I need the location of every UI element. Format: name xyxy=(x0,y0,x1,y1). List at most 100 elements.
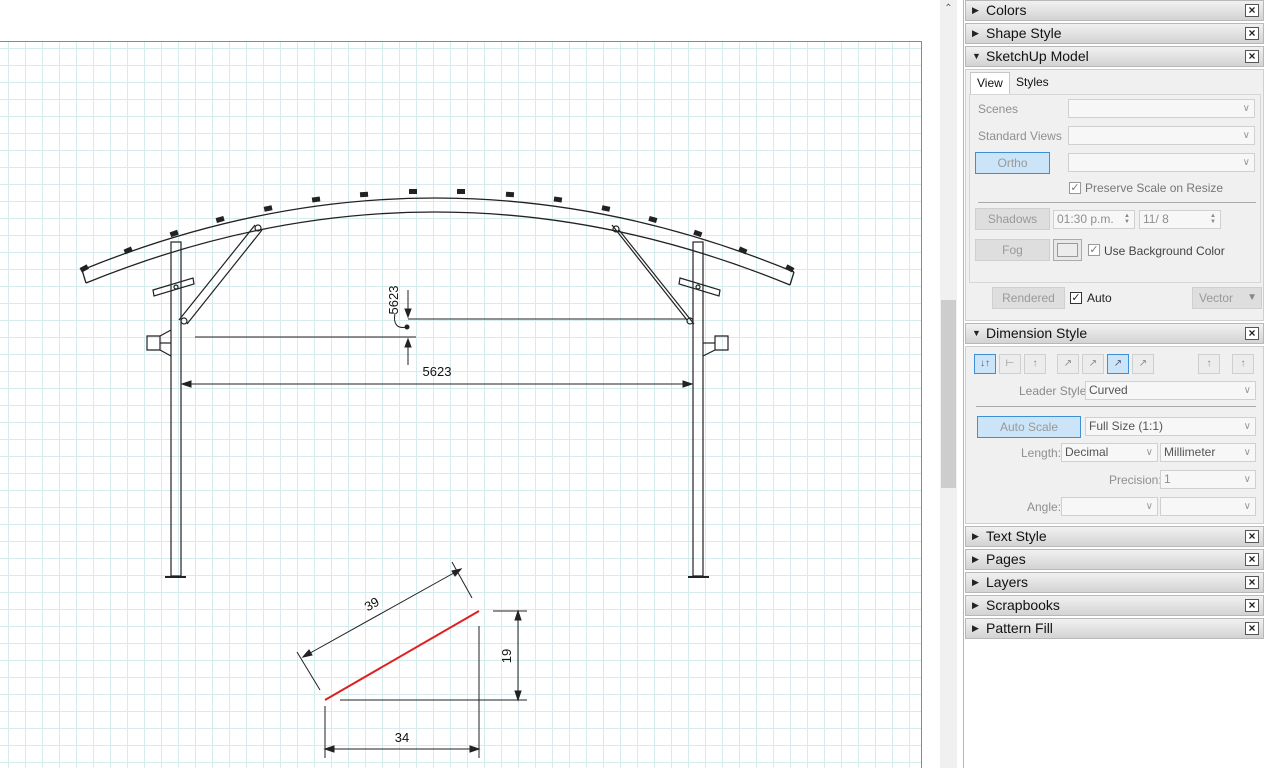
close-icon[interactable]: × xyxy=(1245,327,1259,340)
dimension-vertical-upper[interactable] xyxy=(195,290,686,365)
panel-pages-header[interactable]: ▶ Pages × xyxy=(965,549,1264,570)
right-column[interactable] xyxy=(678,241,729,578)
panel-title: Dimension Style xyxy=(986,325,1088,341)
text-below-dimension-icon[interactable]: ↑ xyxy=(1024,354,1046,374)
align-perpendicular-icon[interactable]: ↗ xyxy=(1107,354,1129,374)
dimension-height-label[interactable]: 19 xyxy=(499,649,514,663)
dimension-vertical-upper-label[interactable]: 5623 xyxy=(386,286,401,315)
leader-style-dropdown[interactable]: Curved ∨ xyxy=(1085,381,1256,400)
expand-triangle-icon[interactable]: ▶ xyxy=(972,596,979,615)
auto-checkbox[interactable]: ✓ xyxy=(1070,292,1082,304)
close-icon[interactable]: × xyxy=(1245,4,1259,17)
length-unit-value: Millimeter xyxy=(1164,445,1216,459)
fog-color-swatch[interactable] xyxy=(1053,239,1082,261)
left-column[interactable] xyxy=(146,241,195,578)
panel-text-style-header[interactable]: ▶ Text Style × xyxy=(965,526,1264,547)
length-label: Length: xyxy=(1021,446,1062,460)
dropdown-arrow-icon[interactable]: ▼ xyxy=(1247,288,1257,308)
align-parallel-icon[interactable]: ↗ xyxy=(1082,354,1104,374)
dimension-style-body: ↓↑ ⊢ ↑ ↗ ↗ ↗ ↗ ↑ ↑ Leader Style: Curved … xyxy=(965,346,1264,524)
drawing-canvas[interactable]: 5623 5623 39 19 34 xyxy=(0,0,940,768)
ortho-button[interactable]: Ortho xyxy=(975,152,1050,174)
angle-label: Angle: xyxy=(1027,500,1062,514)
shadows-button[interactable]: Shadows xyxy=(975,208,1050,230)
collapse-triangle-icon[interactable]: ▼ xyxy=(972,324,981,343)
panel-pattern-fill-header[interactable]: ▶ Pattern Fill × xyxy=(965,618,1264,639)
scale-dropdown[interactable]: ∨ xyxy=(1068,153,1255,172)
scale-dropdown[interactable]: Full Size (1:1) ∨ xyxy=(1085,417,1256,436)
preserve-scale-checkbox[interactable]: ✓ xyxy=(1069,182,1081,194)
expand-triangle-icon[interactable]: ▶ xyxy=(972,527,979,546)
standard-views-label: Standard Views xyxy=(978,129,1062,143)
align-horizontal-icon[interactable]: ↗ xyxy=(1057,354,1079,374)
expand-triangle-icon[interactable]: ▶ xyxy=(972,1,979,20)
close-icon[interactable]: × xyxy=(1245,530,1259,543)
sketchup-model-body: View Styles Scenes ∨ Standard Views ∨ Or… xyxy=(965,69,1264,321)
stepper-icon[interactable]: ▲ ▼ xyxy=(1122,213,1132,226)
vertical-scrollbar[interactable]: ⌃ xyxy=(940,0,957,768)
stepper-icon[interactable]: ▲ ▼ xyxy=(1208,213,1218,226)
precision-dropdown[interactable]: 1 ∨ xyxy=(1160,470,1256,489)
close-icon[interactable]: × xyxy=(1245,622,1259,635)
length-unit-dropdown[interactable]: Millimeter ∨ xyxy=(1160,443,1256,462)
divider xyxy=(978,202,1256,203)
chevron-down-icon: ∨ xyxy=(1242,103,1250,114)
fog-button[interactable]: Fog xyxy=(975,239,1050,261)
scroll-up-arrow-icon[interactable]: ⌃ xyxy=(940,0,957,17)
expand-triangle-icon[interactable]: ▶ xyxy=(972,550,979,569)
expand-triangle-icon[interactable]: ▶ xyxy=(972,24,979,43)
roof-arch[interactable] xyxy=(81,197,795,286)
panel-scrapbooks-header[interactable]: ▶ Scrapbooks × xyxy=(965,595,1264,616)
scenes-dropdown[interactable]: ∨ xyxy=(1068,99,1255,118)
close-icon[interactable]: × xyxy=(1245,599,1259,612)
expand-triangle-icon[interactable]: ▶ xyxy=(972,619,979,638)
scrollbar-thumb[interactable] xyxy=(941,300,956,488)
dimension-span[interactable] xyxy=(180,380,694,388)
close-icon[interactable]: × xyxy=(1245,576,1259,589)
standard-views-dropdown[interactable]: ∨ xyxy=(1068,126,1255,145)
panel-title: Shape Style xyxy=(986,25,1062,41)
length-format-dropdown[interactable]: Decimal ∨ xyxy=(1061,443,1158,462)
layout-window: 5623 5623 39 19 34 ⌃ ▶ Colors × ▶ Shape … xyxy=(0,0,1265,768)
panel-dimension-style-header[interactable]: ▼ Dimension Style × xyxy=(965,323,1264,344)
panel-title: Colors xyxy=(986,2,1027,18)
dimension-offset-icon[interactable]: ↑ xyxy=(1198,354,1220,374)
structure-drawing[interactable]: 5623 5623 39 19 34 xyxy=(0,0,940,768)
close-icon[interactable]: × xyxy=(1245,553,1259,566)
dimension-base-label[interactable]: 34 xyxy=(395,730,409,745)
chevron-down-icon: ∨ xyxy=(1243,501,1251,512)
shadow-time-field[interactable]: 01:30 p.m. ▲ ▼ xyxy=(1053,210,1135,229)
tab-styles[interactable]: Styles xyxy=(1010,72,1055,94)
panel-title: Layers xyxy=(986,574,1029,590)
use-background-color-label: Use Background Color xyxy=(1104,244,1225,258)
use-background-color-checkbox[interactable]: ✓ xyxy=(1088,244,1100,256)
close-icon[interactable]: × xyxy=(1245,27,1259,40)
angle-format-dropdown[interactable]: ∨ xyxy=(1061,497,1158,516)
shadow-time-value: 01:30 p.m. xyxy=(1057,212,1114,226)
angle-unit-dropdown[interactable]: ∨ xyxy=(1160,497,1256,516)
panel-shape-style-header[interactable]: ▶ Shape Style × xyxy=(965,23,1264,44)
text-above-dimension-icon[interactable]: ↓↑ xyxy=(974,354,996,374)
close-icon[interactable]: × xyxy=(1245,50,1259,63)
dimension-hypotenuse-label[interactable]: 39 xyxy=(362,594,382,614)
collapse-triangle-icon[interactable]: ▼ xyxy=(972,47,981,66)
text-inline-dimension-icon[interactable]: ⊢ xyxy=(999,354,1021,374)
vector-button[interactable]: Vector ▼ xyxy=(1192,287,1262,309)
dimension-hypotenuse[interactable] xyxy=(296,561,473,691)
dimension-unit-icon[interactable]: ↑ xyxy=(1232,354,1254,374)
slope-line[interactable] xyxy=(324,610,480,701)
align-angled-icon[interactable]: ↗ xyxy=(1132,354,1154,374)
auto-scale-button[interactable]: Auto Scale xyxy=(977,416,1081,438)
expand-triangle-icon[interactable]: ▶ xyxy=(972,573,979,592)
panel-layers-header[interactable]: ▶ Layers × xyxy=(965,572,1264,593)
preserve-scale-label: Preserve Scale on Resize xyxy=(1085,181,1224,195)
dimension-span-label[interactable]: 5623 xyxy=(423,364,452,379)
shadow-date-field[interactable]: 11/ 8 ▲ ▼ xyxy=(1139,210,1221,229)
divider xyxy=(976,406,1256,407)
rendered-button[interactable]: Rendered xyxy=(992,287,1065,309)
default-tray: ▶ Colors × ▶ Shape Style × ▼ SketchUp Mo… xyxy=(963,0,1265,768)
left-brace[interactable] xyxy=(178,224,263,325)
panel-sketchup-model-header[interactable]: ▼ SketchUp Model × xyxy=(965,46,1264,67)
tab-view[interactable]: View xyxy=(970,72,1010,94)
panel-colors-header[interactable]: ▶ Colors × xyxy=(965,0,1264,21)
